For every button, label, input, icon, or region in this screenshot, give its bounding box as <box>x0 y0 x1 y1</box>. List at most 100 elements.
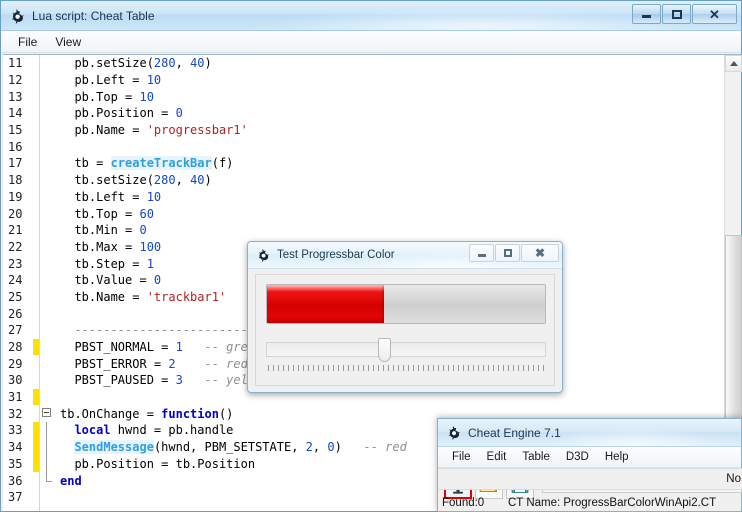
test-progressbar-color-dialog: Test Progressbar Color ✖ <box>247 241 563 393</box>
cheat-engine-menubar: File Edit Table D3D Help <box>438 447 741 468</box>
code-token: 280 <box>154 173 176 187</box>
fold-gutter-empty <box>39 222 55 239</box>
line-number: 25 <box>3 290 33 304</box>
code-token: 2 <box>306 440 313 454</box>
code-line-text: tb.Name = 'trackbar1' <box>55 290 226 304</box>
code-token: -- red <box>342 440 407 454</box>
code-line-text: tb.Value = 0 <box>55 273 161 287</box>
code-token: 280 <box>154 56 176 70</box>
code-line[interactable]: 19 tb.Left = 10 <box>3 189 724 206</box>
line-number: 31 <box>3 390 33 404</box>
fold-gutter-empty <box>39 339 55 356</box>
code-token: 'progressbar1' <box>147 123 248 137</box>
fold-gutter-empty <box>39 489 55 506</box>
ce-menu-item-d3d[interactable]: D3D <box>558 449 597 465</box>
code-token: 3 <box>176 373 183 387</box>
ce-menu-item-help[interactable]: Help <box>597 449 637 465</box>
code-token: tb.Name = <box>60 290 147 304</box>
close-button[interactable]: ✕ <box>692 4 737 24</box>
trackbar-groove[interactable] <box>266 342 546 357</box>
ce-menu-item-file[interactable]: File <box>444 449 479 465</box>
code-line[interactable]: 18 tb.setSize(280, 40) <box>3 172 724 189</box>
code-line-text: tb.Top = 60 <box>55 207 154 221</box>
code-line-text: tb.Left = 10 <box>55 190 161 204</box>
code-token: 10 <box>147 73 161 87</box>
code-line[interactable]: 20 tb.Top = 60 <box>3 205 724 222</box>
code-token: SendMessage <box>74 440 153 454</box>
fold-gutter-empty <box>39 55 55 72</box>
fold-gutter-empty <box>39 322 55 339</box>
menu-item-view[interactable]: View <box>46 33 90 51</box>
code-line-text: tb.OnChange = function() <box>55 407 233 421</box>
maximize-button[interactable] <box>662 4 691 24</box>
cheat-engine-title: Cheat Engine 7.1 <box>468 426 561 440</box>
code-token: 10 <box>147 190 161 204</box>
code-line[interactable]: 11 pb.setSize(280, 40) <box>3 55 724 72</box>
code-token: pb.Top = <box>60 90 139 104</box>
code-token: 40 <box>190 173 204 187</box>
code-line-text: tb.setSize(280, 40) <box>55 173 212 187</box>
code-token: pb.Left = <box>60 73 147 87</box>
code-token: 1 <box>176 340 183 354</box>
lua-window-titlebar[interactable]: Lua script: Cheat Table ✕ <box>1 1 741 31</box>
code-token: ) <box>205 56 212 70</box>
code-token: tb.Min = <box>60 223 139 237</box>
code-line[interactable]: 13 pb.Top = 10 <box>3 88 724 105</box>
cheat-engine-logo-icon <box>256 248 270 262</box>
code-token: tb.Value = <box>60 273 154 287</box>
code-line-text: pb.Top = 10 <box>55 90 154 104</box>
fold-gutter-empty <box>39 372 55 389</box>
code-line[interactable]: 16 <box>3 138 724 155</box>
code-token: -- red <box>176 357 248 371</box>
progressbar-fill <box>267 285 384 323</box>
code-token: hwnd = pb.handle <box>111 423 234 437</box>
dialog-titlebar[interactable]: Test Progressbar Color ✖ <box>248 242 562 269</box>
code-token: 100 <box>139 240 161 254</box>
line-number: 37 <box>3 490 33 504</box>
fold-gutter-empty <box>39 105 55 122</box>
minimize-icon <box>642 15 651 18</box>
code-line[interactable]: 15 pb.Name = 'progressbar1' <box>3 122 724 139</box>
line-number: 13 <box>3 90 33 104</box>
code-line-text: PBST_PAUSED = 3 -- yellow <box>55 373 270 387</box>
line-number: 11 <box>3 56 33 70</box>
fold-gutter-empty <box>39 88 55 105</box>
fold-gutter-empty <box>39 355 55 372</box>
dialog-maximize-button[interactable] <box>495 244 520 262</box>
code-token: ) <box>335 440 342 454</box>
code-line[interactable]: 21 tb.Min = 0 <box>3 222 724 239</box>
code-line-text: pb.Name = 'progressbar1' <box>55 123 248 137</box>
line-number: 14 <box>3 106 33 120</box>
code-line-text: pb.Left = 10 <box>55 73 161 87</box>
ce-menu-item-edit[interactable]: Edit <box>479 449 515 465</box>
maximize-icon <box>672 10 682 19</box>
trackbar1[interactable] <box>266 335 546 375</box>
code-line[interactable]: 14 pb.Position = 0 <box>3 105 724 122</box>
dialog-close-button[interactable]: ✖ <box>521 244 559 262</box>
lua-window-menubar: File View <box>1 31 741 53</box>
fold-toggle-icon[interactable] <box>39 405 55 422</box>
code-line-text: SendMessage(hwnd, PBM_SETSTATE, 2, 0) --… <box>55 440 407 454</box>
cheat-engine-titlebar[interactable]: Cheat Engine 7.1 <box>438 419 741 447</box>
code-token: , <box>313 440 327 454</box>
code-line-text: tb.Max = 100 <box>55 240 161 254</box>
code-line[interactable]: 17 tb = createTrackBar(f) <box>3 155 724 172</box>
line-number: 17 <box>3 156 33 170</box>
scroll-up-arrow-icon[interactable] <box>725 55 742 72</box>
trackbar-thumb[interactable] <box>378 338 391 362</box>
code-token: 1 <box>147 257 154 271</box>
code-token: tb.Step = <box>60 257 147 271</box>
code-line[interactable]: 12 pb.Left = 10 <box>3 72 724 89</box>
menu-item-file[interactable]: File <box>9 33 46 51</box>
line-number: 23 <box>3 257 33 271</box>
code-line-text: tb.Step = 1 <box>55 257 154 271</box>
fold-gutter-empty <box>39 272 55 289</box>
line-number: 21 <box>3 223 33 237</box>
found-count-label: Found:0 <box>438 497 508 509</box>
line-number: 26 <box>3 307 33 321</box>
code-token: 10 <box>139 90 153 104</box>
ce-menu-item-table[interactable]: Table <box>514 449 558 465</box>
code-token: ) <box>205 173 212 187</box>
minimize-button[interactable] <box>632 4 661 24</box>
dialog-minimize-button[interactable] <box>469 244 494 262</box>
